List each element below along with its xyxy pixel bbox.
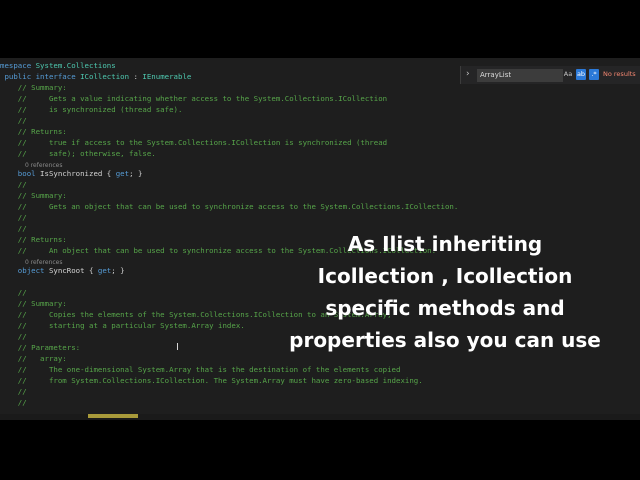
code-token: // [0,387,27,396]
code-token: // [0,116,27,125]
code-line: // array: [0,353,67,364]
code-token: // Returns: [0,235,67,244]
code-token: // [0,398,27,407]
code-line: // [0,179,27,190]
find-input[interactable]: ArrayList [477,69,563,82]
code-token: public interface [0,72,81,81]
code-line: // starting at a particular System.Array… [0,320,245,331]
code-line: // Returns: [0,126,67,137]
code-token: // Summary: [0,83,67,92]
code-line: // [0,212,27,223]
code-token: System.Collections [35,61,116,70]
code-line: // Summary: [0,190,67,201]
code-line: // Parameters: [0,342,80,353]
code-token: get [115,169,130,178]
code-line: // Returns: [0,234,67,245]
code-token: // true if access to the System.Collecti… [0,138,388,147]
code-line: // from System.Collections.ICollection. … [0,375,423,386]
code-token: // Gets a value indicating whether acces… [0,94,388,103]
code-line: // safe); otherwise, false. [0,148,156,159]
code-line: // [0,115,27,126]
caption-line-3: specific methods and [325,296,565,320]
code-token: // Parameters: [0,343,81,352]
code-line: // The one-dimensional System.Array that… [0,364,401,375]
code-token: // [0,213,27,222]
code-token: // [0,224,27,233]
code-line: mespace System.Collections [0,60,116,71]
code-line: object SyncRoot { get; } [0,265,125,276]
regex-toggle[interactable]: .* [589,69,599,80]
caption-line-2: Icollection , Icollection [317,264,573,288]
code-line: // [0,331,27,342]
code-line: bool IsSynchronized { get; } [0,168,143,179]
code-line: // true if access to the System.Collecti… [0,137,387,148]
code-lens-references: 0 references [0,159,63,169]
code-line: // Summary: [0,298,67,309]
code-token: mespace [0,61,36,70]
code-line: // is synchronized (thread safe). [0,104,183,115]
code-token: get [97,266,112,275]
code-token: bool [0,169,41,178]
code-token: // [0,288,27,297]
find-widget: › ArrayList Aa ab .* No results [460,66,640,84]
code-token: // safe); otherwise, false. [0,149,156,158]
code-line: // Gets a value indicating whether acces… [0,93,387,104]
scroll-marker [88,414,138,418]
code-lens-references: 0 references [0,256,63,266]
code-token: object [0,266,49,275]
code-line: // [0,386,27,397]
code-line: public interface ICollection : IEnumerab… [0,71,191,82]
code-token: // Summary: [0,299,67,308]
match-case-toggle[interactable]: Aa [563,69,573,80]
code-token: // [0,332,27,341]
code-token: // starting at a particular System.Array… [0,321,245,330]
code-token: // array: [0,354,67,363]
code-token: ; } [111,266,125,275]
code-token: IsSynchronized { [40,169,116,178]
code-editor[interactable]: mespace System.Collections public interf… [0,58,640,420]
code-token: // Summary: [0,191,67,200]
code-token: ICollection [80,72,130,81]
code-token: : [129,72,143,81]
text-cursor-icon: I [176,342,179,353]
expand-replace-chevron-icon[interactable]: › [466,69,470,79]
code-token: // from System.Collections.ICollection. … [0,376,423,385]
code-token: ; } [129,169,143,178]
find-status: No results [603,70,636,78]
overlay-caption: As Ilist inheriting Icollection , Icolle… [280,228,610,356]
code-line: // Gets an object that can be used to sy… [0,201,459,212]
caption-line-4: properties also you can use [289,328,601,352]
code-token: // [0,180,27,189]
code-token: // Returns: [0,127,67,136]
code-token: // Gets an object that can be used to sy… [0,202,459,211]
caption-line-1: As Ilist inheriting [347,232,543,256]
code-line: // Summary: [0,82,67,93]
code-token: IEnumerable [142,72,192,81]
code-token: // is synchronized (thread safe). [0,105,183,114]
code-token: SyncRoot { [48,266,98,275]
code-token: // The one-dimensional System.Array that… [0,365,401,374]
code-line: // [0,287,27,298]
whole-word-toggle[interactable]: ab [576,69,586,80]
code-line: // [0,223,27,234]
code-line: // [0,397,27,408]
